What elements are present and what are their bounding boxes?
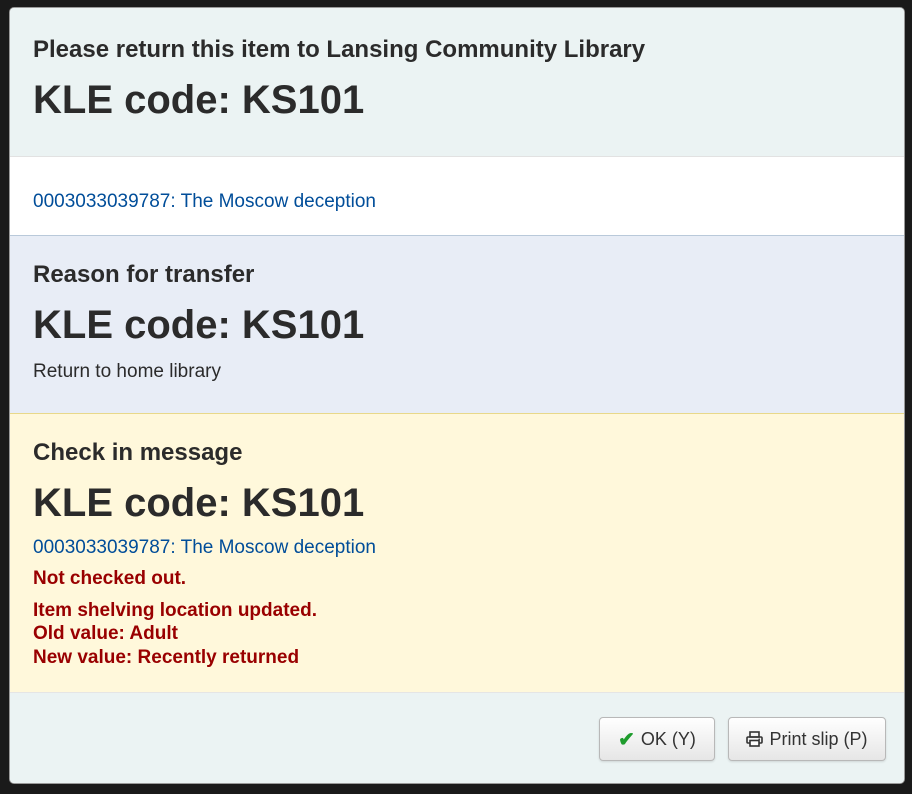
checkin-kle-code-heading: KLE code: KS101 <box>33 481 365 525</box>
checkin-message-section: Check in message KLE code: KS101 0003033… <box>10 414 904 693</box>
checkin-item-link[interactable]: 0003033039787: The Moscow deception <box>33 537 376 558</box>
return-title: Please return this item to Lansing Commu… <box>33 36 646 63</box>
not-checked-out-message: Not checked out. <box>33 568 187 589</box>
print-icon <box>746 731 764 747</box>
modal-header: Please return this item to Lansing Commu… <box>10 8 904 157</box>
checkin-modal: Please return this item to Lansing Commu… <box>10 8 904 783</box>
reason-kle-code-heading: KLE code: KS101 <box>33 303 365 347</box>
checkin-title: Check in message <box>33 439 243 466</box>
new-value-text: New value: Recently returned <box>33 646 300 668</box>
item-section: 0003033039787: The Moscow deception <box>10 157 904 236</box>
print-slip-label: Print slip (P) <box>769 728 868 749</box>
location-updated-text: Item shelving location updated. <box>33 599 317 621</box>
old-value-text: Old value: Adult <box>33 623 178 644</box>
modal-footer: ✔ OK (Y) Print slip (P) <box>10 693 904 783</box>
ok-button-label: OK (Y) <box>640 728 696 749</box>
kle-code-heading: KLE code: KS101 <box>33 78 365 122</box>
ok-button[interactable]: ✔ OK (Y) <box>599 717 715 761</box>
reason-text: Return to home library <box>33 361 221 382</box>
check-icon: ✔ <box>618 728 635 751</box>
print-slip-button[interactable]: Print slip (P) <box>728 717 886 761</box>
transfer-reason-section: Reason for transfer KLE code: KS101 Retu… <box>10 236 904 414</box>
reason-title: Reason for transfer <box>33 261 255 288</box>
item-link[interactable]: 0003033039787: The Moscow deception <box>33 191 376 212</box>
location-updated-message: Item shelving location updated. Old valu… <box>33 599 884 670</box>
